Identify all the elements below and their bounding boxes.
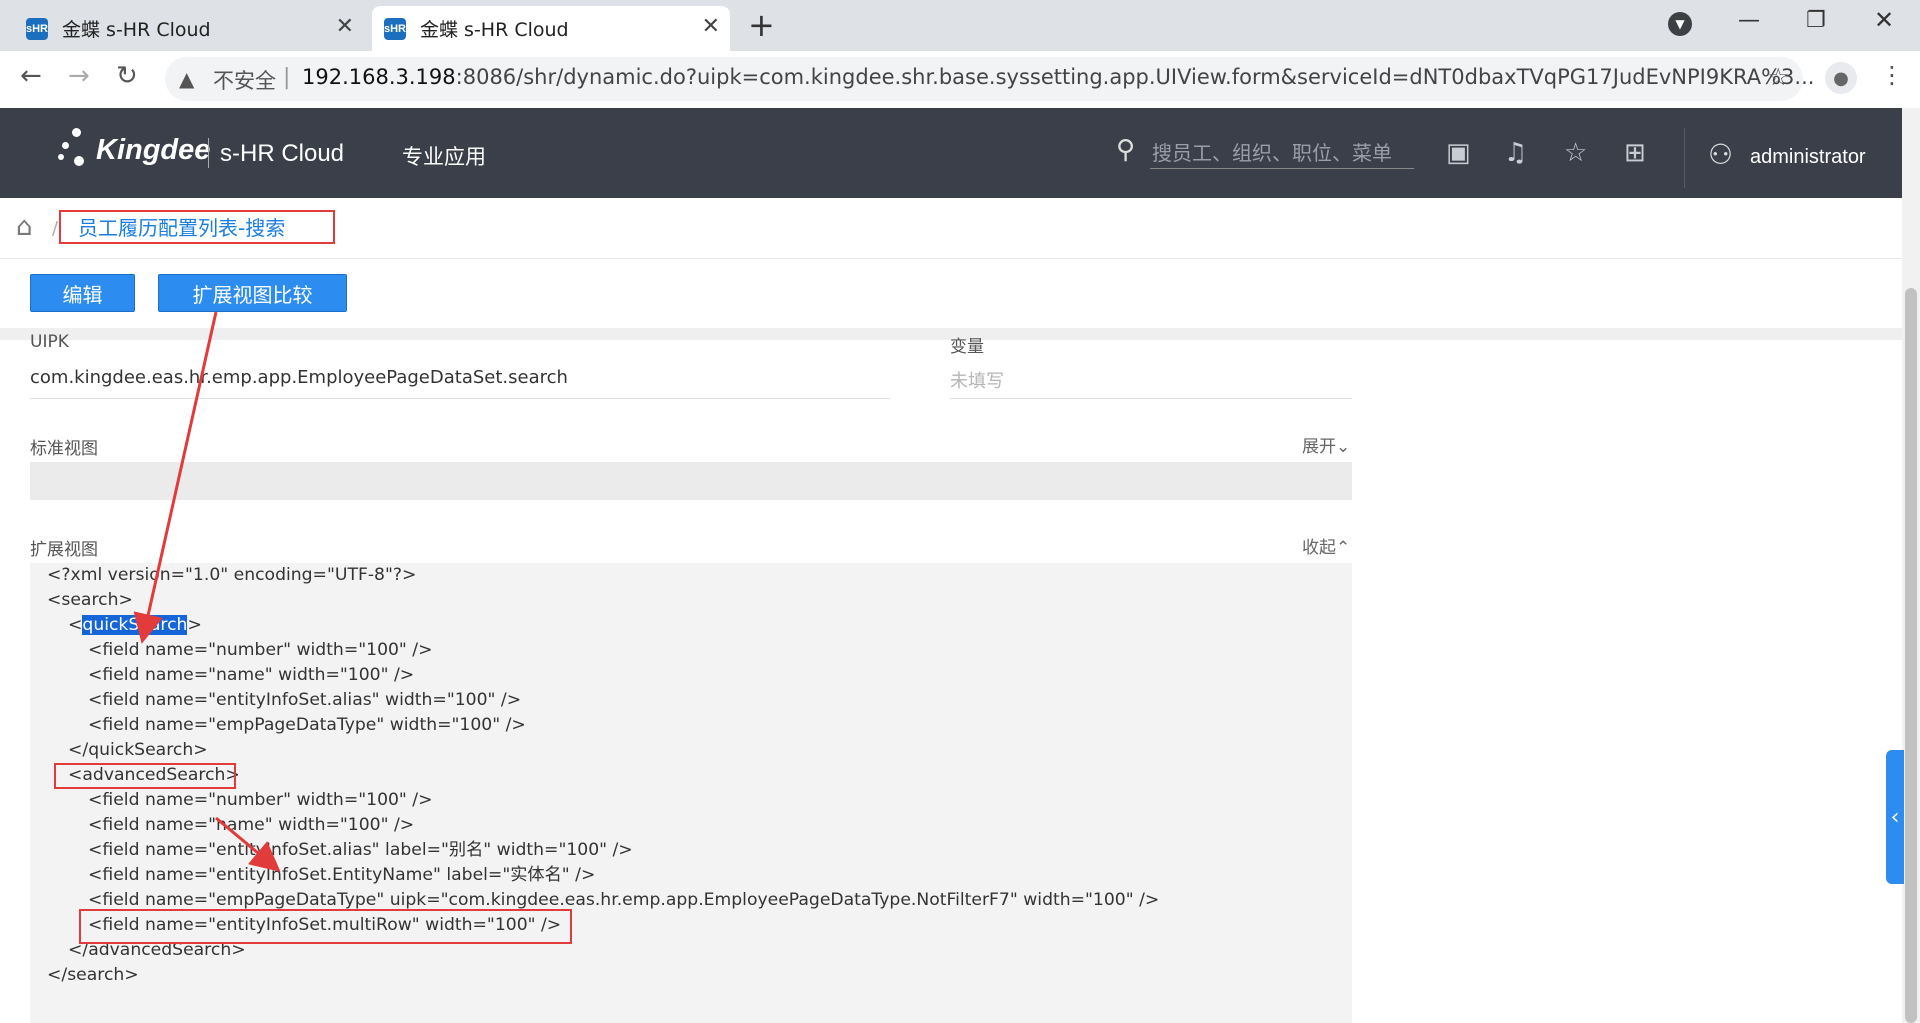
tab-title: 金蝶 s-HR Cloud bbox=[420, 19, 569, 41]
global-search-input[interactable] bbox=[1150, 138, 1414, 169]
bell-icon[interactable]: ♫ bbox=[1504, 138, 1527, 168]
search-icon[interactable]: ⚲ bbox=[1116, 135, 1135, 165]
new-tab-icon[interactable]: + bbox=[748, 6, 775, 44]
xml-line: <?xml version="1.0" encoding="UTF-8"?> bbox=[47, 565, 417, 585]
brand-name: Kingdee bbox=[96, 134, 211, 166]
warning-icon[interactable]: ▲ bbox=[179, 67, 194, 91]
extended-view-label: 扩展视图 bbox=[30, 540, 98, 560]
annotation-box-breadcrumb bbox=[59, 210, 335, 244]
xml-line: <quickSearch> bbox=[47, 613, 1159, 638]
insecure-label[interactable]: 不安全 bbox=[213, 65, 276, 95]
username[interactable]: administrator bbox=[1750, 146, 1866, 169]
url-host: 192.168.3.198 bbox=[302, 65, 456, 89]
standard-view-label: 标准视图 bbox=[30, 439, 98, 459]
browser-tab-strip: sHR 金蝶 s-HR Cloud ✕ sHR 金蝶 s-HR Cloud ✕ … bbox=[0, 0, 1920, 51]
chevron-down-icon: ⌄ bbox=[1336, 437, 1351, 457]
annotation-box-multirow-field bbox=[79, 909, 572, 944]
brand-divider bbox=[208, 138, 209, 168]
minimize-icon[interactable]: — bbox=[1738, 8, 1760, 33]
scrollbar-thumb[interactable] bbox=[1905, 288, 1917, 1023]
variable-underline bbox=[950, 398, 1352, 399]
shr-favicon-icon: sHR bbox=[384, 17, 406, 40]
standard-view-expand-toggle[interactable]: 展开⌄ bbox=[1302, 432, 1350, 457]
xml-line: <field name="entityInfoSet.EntityName" l… bbox=[88, 865, 596, 885]
browser-toolbar: ← → ↻ ▲ 不安全 | 192.168.3.198:8086/shr/dyn… bbox=[0, 51, 1920, 109]
reload-icon[interactable]: ↻ bbox=[116, 61, 138, 91]
address-divider: | bbox=[283, 65, 291, 90]
breadcrumb-separator: / bbox=[52, 218, 59, 239]
back-icon[interactable]: ← bbox=[20, 61, 42, 91]
contacts-icon[interactable]: ▣ bbox=[1446, 138, 1471, 168]
variable-label: 变量 bbox=[950, 337, 984, 357]
uipk-value: com.kingdee.eas.hr.emp.app.EmployeePageD… bbox=[30, 367, 568, 388]
standard-view-content[interactable] bbox=[30, 462, 1352, 500]
header-divider bbox=[1684, 128, 1685, 188]
home-icon[interactable]: ⌂ bbox=[16, 212, 33, 242]
selected-text: quickSearch bbox=[82, 615, 188, 635]
extended-view-collapse-toggle[interactable]: 收起⌃ bbox=[1302, 533, 1350, 558]
close-window-icon[interactable]: ✕ bbox=[1874, 6, 1894, 34]
profile-avatar-icon[interactable]: ● bbox=[1825, 62, 1857, 94]
variable-value: 未填写 bbox=[950, 371, 1004, 392]
menu-professional-apps[interactable]: 专业应用 bbox=[402, 141, 486, 171]
xml-line: <field name="entityInfoSet.alias" width=… bbox=[88, 690, 522, 710]
kingdee-logo-icon bbox=[58, 128, 98, 178]
xml-line: <field name="empPageDataType" width="100… bbox=[88, 715, 526, 735]
apps-grid-icon[interactable]: ⊞ bbox=[1624, 138, 1646, 168]
side-panel-toggle[interactable]: ‹ bbox=[1886, 750, 1904, 884]
address-bar[interactable]: ▲ 不安全 | 192.168.3.198:8086/shr/dynamic.d… bbox=[165, 57, 1814, 101]
chevron-up-icon: ⌃ bbox=[1336, 538, 1351, 558]
compare-extended-view-button[interactable]: 扩展视图比较 bbox=[158, 274, 347, 312]
app-header: Kingdee s-HR Cloud 专业应用 ⚲ ▣ ♫ ☆ ⊞ ⚇ admi… bbox=[0, 108, 1902, 198]
xml-line: <field name="name" width="100" /> bbox=[88, 665, 415, 685]
browser-tab[interactable]: sHR 金蝶 s-HR Cloud ✕ bbox=[14, 6, 364, 51]
edit-button[interactable]: 编辑 bbox=[30, 274, 135, 312]
expand-label: 展开 bbox=[1302, 437, 1336, 457]
bookmark-star-icon[interactable]: ☆ bbox=[1767, 63, 1789, 91]
xml-line: <field name="entityInfoSet.alias" label=… bbox=[88, 840, 633, 860]
uipk-underline bbox=[30, 398, 890, 399]
close-tab-icon[interactable]: ✕ bbox=[702, 14, 720, 39]
chevron-left-icon: ‹ bbox=[1890, 804, 1900, 830]
restore-icon[interactable]: ❐ bbox=[1806, 8, 1826, 33]
annotation-box-advanced-search bbox=[54, 763, 236, 789]
forward-icon[interactable]: → bbox=[68, 61, 90, 91]
xml-line: <field name="number" width="100" /> bbox=[88, 790, 433, 810]
shr-favicon-icon: sHR bbox=[26, 17, 48, 40]
collapse-label: 收起 bbox=[1302, 538, 1336, 558]
browser-menu-icon[interactable]: ⋮ bbox=[1880, 61, 1904, 89]
xml-token: < bbox=[68, 615, 83, 635]
xml-line: <field name="number" width="100" /> bbox=[88, 640, 433, 660]
xml-line: <search> bbox=[47, 590, 133, 610]
product-name: s-HR Cloud bbox=[220, 140, 345, 167]
close-tab-icon[interactable]: ✕ bbox=[336, 14, 354, 39]
xml-line: </search> bbox=[47, 965, 139, 985]
url-text[interactable]: 192.168.3.198:8086/shr/dynamic.do?uipk=c… bbox=[302, 65, 1814, 89]
user-icon[interactable]: ⚇ bbox=[1708, 138, 1733, 171]
tab-title: 金蝶 s-HR Cloud bbox=[62, 19, 211, 41]
uipk-label: UIPK bbox=[30, 332, 69, 352]
browser-tab-active[interactable]: sHR 金蝶 s-HR Cloud ✕ bbox=[372, 6, 730, 51]
tab-search-icon[interactable]: ▼ bbox=[1668, 12, 1692, 36]
url-path: :8086/shr/dynamic.do?uipk=com.kingdee.sh… bbox=[455, 65, 1815, 89]
xml-line: <field name="name" width="100" /> bbox=[88, 815, 415, 835]
xml-token: > bbox=[187, 615, 202, 635]
xml-line: </quickSearch> bbox=[68, 740, 208, 760]
favorite-star-icon[interactable]: ☆ bbox=[1564, 138, 1587, 168]
